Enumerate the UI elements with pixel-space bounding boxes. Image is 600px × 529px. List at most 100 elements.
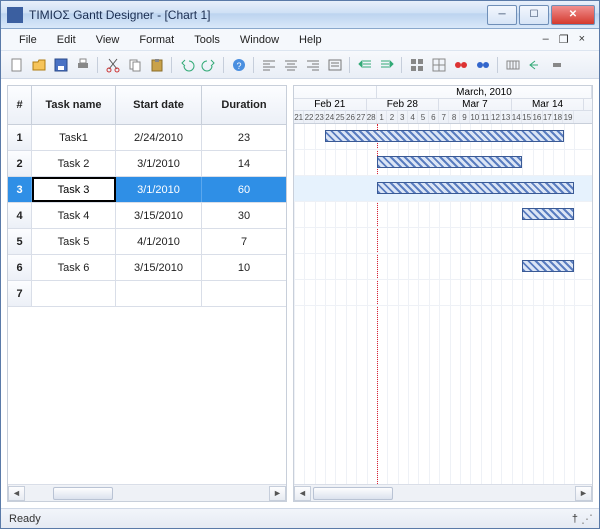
- scroll-left-icon[interactable]: ◄: [294, 486, 311, 501]
- gantt-bar[interactable]: [522, 260, 574, 272]
- minimize-button[interactable]: ─: [487, 5, 517, 25]
- table-row[interactable]: 5Task 54/1/20107: [8, 229, 286, 255]
- cell-num[interactable]: 1: [8, 125, 32, 150]
- maximize-button[interactable]: ☐: [519, 5, 549, 25]
- cell-task[interactable]: Task 3: [32, 177, 116, 202]
- cell-start[interactable]: 3/1/2010: [116, 151, 202, 176]
- header-start[interactable]: Start date: [116, 86, 202, 124]
- gantt-row[interactable]: [294, 254, 592, 280]
- table-row[interactable]: 6Task 63/15/201010: [8, 255, 286, 281]
- cell-num[interactable]: 2: [8, 151, 32, 176]
- resize-grip-icon[interactable]: ⋰: [581, 512, 591, 526]
- goto-icon[interactable]: [525, 55, 545, 75]
- cell-duration[interactable]: 30: [202, 203, 286, 228]
- cell-task[interactable]: Task 4: [32, 203, 116, 228]
- table-row[interactable]: 4Task 43/15/201030: [8, 203, 286, 229]
- header-num[interactable]: #: [8, 86, 32, 124]
- cell-duration[interactable]: 23: [202, 125, 286, 150]
- cell-num[interactable]: 3: [8, 177, 32, 202]
- new-icon[interactable]: [7, 55, 27, 75]
- cell-num[interactable]: 4: [8, 203, 32, 228]
- cell-duration[interactable]: 10: [202, 255, 286, 280]
- menu-tools[interactable]: Tools: [184, 31, 230, 49]
- cell-task[interactable]: Task 6: [32, 255, 116, 280]
- scroll-right-icon[interactable]: ►: [575, 486, 592, 501]
- cell-start[interactable]: 3/15/2010: [116, 203, 202, 228]
- table-row[interactable]: 2Task 23/1/201014: [8, 151, 286, 177]
- cell-duration[interactable]: 60: [202, 177, 286, 202]
- cell-duration[interactable]: 7: [202, 229, 286, 254]
- scroll-left-icon[interactable]: ◄: [8, 486, 25, 501]
- zoom-icon[interactable]: [503, 55, 523, 75]
- cut-icon[interactable]: [103, 55, 123, 75]
- gantt-row[interactable]: [294, 150, 592, 176]
- mdi-minimize-icon[interactable]: –: [541, 33, 551, 46]
- cell-task[interactable]: Task 5: [32, 229, 116, 254]
- scroll-thumb[interactable]: [53, 487, 113, 500]
- close-button[interactable]: ✕: [551, 5, 595, 25]
- title-bar[interactable]: ΤΙΜΙΟΣ Gantt Designer - [Chart 1] ─ ☐ ✕: [1, 1, 599, 29]
- cell-num[interactable]: 6: [8, 255, 32, 280]
- paste-icon[interactable]: [147, 55, 167, 75]
- cell-start[interactable]: 3/1/2010: [116, 177, 202, 202]
- menu-view[interactable]: View: [86, 31, 130, 49]
- right-scrollbar[interactable]: ◄ ►: [294, 484, 592, 501]
- cell-task[interactable]: Task1: [32, 125, 116, 150]
- open-icon[interactable]: [29, 55, 49, 75]
- cell-start[interactable]: 3/15/2010: [116, 255, 202, 280]
- scroll-thumb[interactable]: [313, 487, 393, 500]
- copy-icon[interactable]: [125, 55, 145, 75]
- undo-icon[interactable]: [177, 55, 197, 75]
- menu-window[interactable]: Window: [230, 31, 289, 49]
- menu-file[interactable]: File: [9, 31, 47, 49]
- grid2-icon[interactable]: [429, 55, 449, 75]
- scroll-track[interactable]: [25, 486, 269, 501]
- wrap-icon[interactable]: [325, 55, 345, 75]
- mdi-close-icon[interactable]: ×: [577, 33, 587, 46]
- link-red-icon[interactable]: [451, 55, 471, 75]
- print-icon[interactable]: [73, 55, 93, 75]
- indent-icon[interactable]: [377, 55, 397, 75]
- gantt-row[interactable]: [294, 176, 592, 202]
- cell-start[interactable]: 2/24/2010: [116, 125, 202, 150]
- left-scrollbar[interactable]: ◄ ►: [8, 484, 286, 501]
- cell-task[interactable]: [32, 281, 116, 306]
- header-duration[interactable]: Duration: [202, 86, 286, 124]
- gantt-row[interactable]: [294, 202, 592, 228]
- gantt-bar[interactable]: [377, 156, 522, 168]
- menu-format[interactable]: Format: [129, 31, 184, 49]
- link-blue-icon[interactable]: [473, 55, 493, 75]
- outdent-icon[interactable]: [355, 55, 375, 75]
- cell-start[interactable]: 4/1/2010: [116, 229, 202, 254]
- menu-edit[interactable]: Edit: [47, 31, 86, 49]
- align-left-icon[interactable]: [259, 55, 279, 75]
- gantt-bar[interactable]: [325, 130, 564, 142]
- table-row[interactable]: 7: [8, 281, 286, 307]
- gantt-bar[interactable]: [377, 182, 574, 194]
- table-row[interactable]: 1Task12/24/201023: [8, 125, 286, 151]
- table-row[interactable]: 3Task 33/1/201060: [8, 177, 286, 203]
- gantt-body[interactable]: [294, 124, 592, 484]
- menu-help[interactable]: Help: [289, 31, 332, 49]
- header-task[interactable]: Task name: [32, 86, 116, 124]
- align-right-icon[interactable]: [303, 55, 323, 75]
- mdi-restore-icon[interactable]: ❐: [557, 33, 571, 46]
- help-icon[interactable]: ?: [229, 55, 249, 75]
- gantt-row[interactable]: [294, 280, 592, 306]
- scroll-track[interactable]: [311, 486, 575, 501]
- save-icon[interactable]: [51, 55, 71, 75]
- cell-duration[interactable]: [202, 281, 286, 306]
- gantt-bar[interactable]: [522, 208, 574, 220]
- gantt-row[interactable]: [294, 228, 592, 254]
- cell-task[interactable]: Task 2: [32, 151, 116, 176]
- gantt-row[interactable]: [294, 124, 592, 150]
- cell-duration[interactable]: 14: [202, 151, 286, 176]
- scroll-right-icon[interactable]: ►: [269, 486, 286, 501]
- grid1-icon[interactable]: [407, 55, 427, 75]
- cell-start[interactable]: [116, 281, 202, 306]
- align-center-icon[interactable]: [281, 55, 301, 75]
- cell-num[interactable]: 5: [8, 229, 32, 254]
- more-icon[interactable]: [547, 55, 567, 75]
- redo-icon[interactable]: [199, 55, 219, 75]
- cell-num[interactable]: 7: [8, 281, 32, 306]
